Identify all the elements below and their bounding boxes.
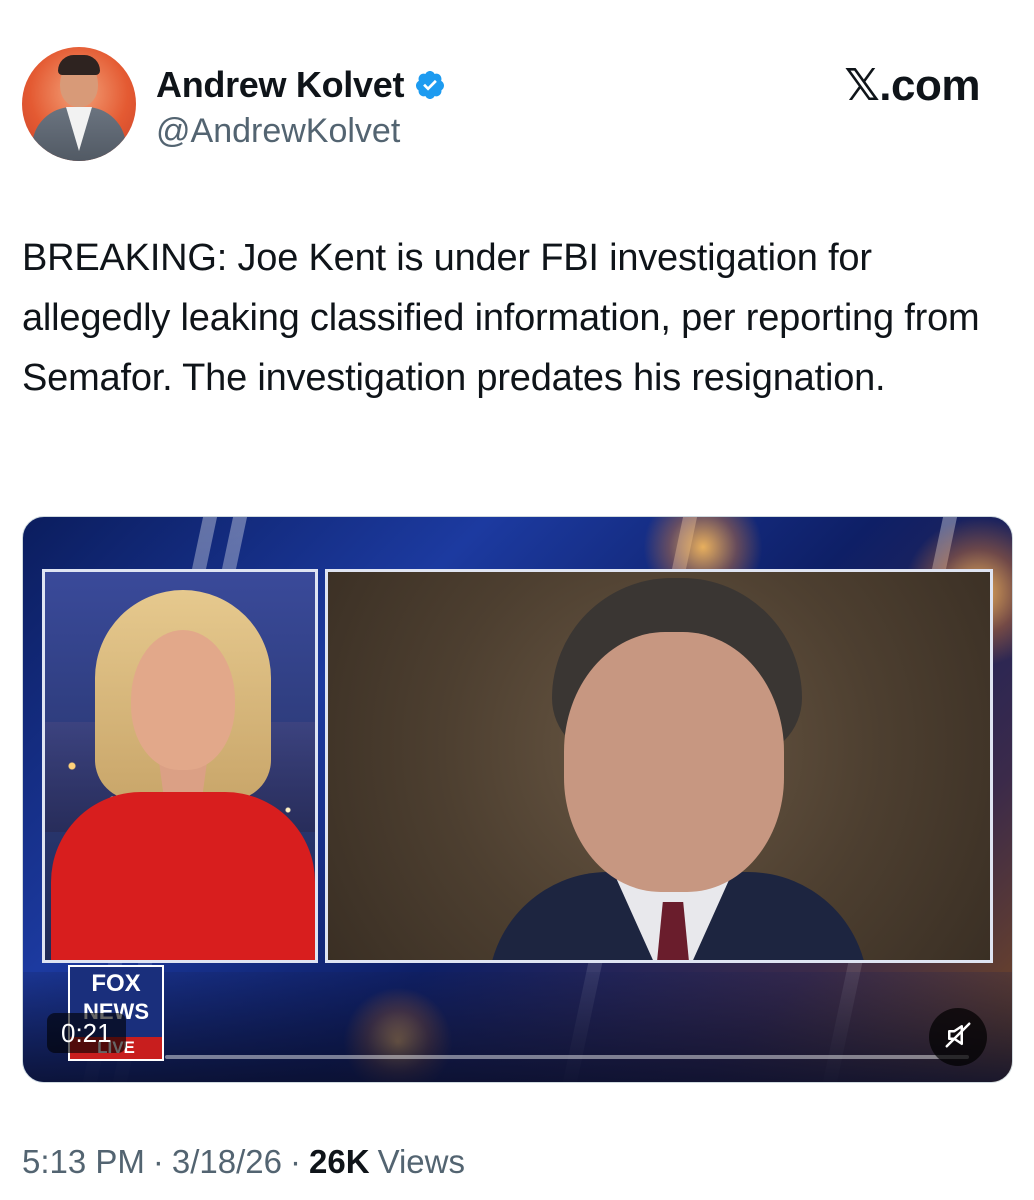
tweet-date[interactable]: 3/18/26	[172, 1143, 282, 1181]
tweet-metadata: 5:13 PM · 3/18/26 · 26K Views	[22, 1143, 465, 1181]
guest-photo-panel	[325, 569, 993, 963]
verified-badge-icon	[414, 69, 446, 101]
mute-button[interactable]	[929, 1008, 987, 1066]
video-player[interactable]: FOX NEWS LIVE 0:21	[22, 516, 1013, 1083]
author-handle[interactable]: @AndrewKolvet	[156, 112, 400, 151]
tweet-time[interactable]: 5:13 PM	[22, 1143, 145, 1181]
tweet-card: Andrew Kolvet @AndrewKolvet 𝕏.com BREAKI…	[0, 0, 1034, 1200]
views-label: Views	[377, 1143, 465, 1180]
separator: ·	[290, 1143, 302, 1180]
avatar-hair	[58, 55, 100, 75]
separator: ·	[152, 1143, 164, 1180]
logo-line-1: FOX	[91, 970, 141, 997]
speaker-muted-icon	[943, 1020, 973, 1055]
avatar[interactable]	[22, 47, 136, 161]
lower-band	[23, 972, 1012, 1082]
author-display-name[interactable]: Andrew Kolvet	[156, 64, 404, 106]
brand-logo: 𝕏.com	[844, 61, 980, 110]
tweet-text: BREAKING: Joe Kent is under FBI investig…	[22, 237, 980, 399]
author-name-row[interactable]: Andrew Kolvet	[156, 64, 446, 106]
host-blouse	[51, 792, 315, 960]
video-progress-bar[interactable]	[165, 1055, 969, 1059]
host-video-panel	[42, 569, 318, 963]
video-duration: 0:21	[47, 1013, 126, 1053]
host-face	[131, 630, 235, 770]
guest-face	[564, 632, 784, 892]
views-count[interactable]: 26K	[309, 1143, 370, 1181]
